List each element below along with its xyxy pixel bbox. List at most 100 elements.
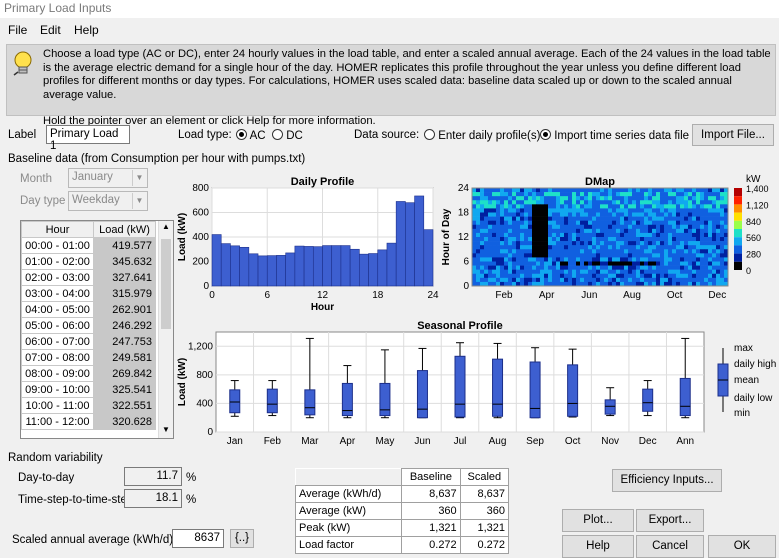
heatmap-cell [520, 188, 525, 193]
colorbar-swatch [734, 253, 742, 262]
heatmap-cell [696, 216, 701, 221]
stats-row-label: Load factor [294, 536, 403, 554]
heatmap-cell [556, 237, 561, 242]
heatmap-cell [512, 269, 517, 275]
day-to-day-field[interactable]: 11.7 [124, 467, 182, 486]
heatmap-cell [620, 261, 625, 266]
heatmap-cell [632, 200, 637, 205]
heatmap-cell [580, 208, 585, 213]
cancel-button[interactable]: Cancel [636, 535, 704, 558]
heatmap-cell [628, 245, 633, 250]
heatmap-cell [564, 245, 569, 250]
menu-file[interactable]: File [8, 23, 27, 37]
heatmap-cell [696, 212, 701, 217]
heatmap-cell [720, 228, 725, 234]
x-tick-label: 18 [372, 290, 384, 301]
plot-button[interactable]: Plot... [562, 509, 634, 532]
import-file-button[interactable]: Import File... [692, 124, 774, 146]
heatmap-cell [672, 224, 677, 230]
import-timeseries-radio[interactable]: Import time series data file [540, 129, 689, 142]
y-tick-label: 18 [458, 208, 470, 219]
heatmap-cell [548, 208, 553, 213]
load-value-cell[interactable]: 315.979 [93, 285, 156, 302]
label-field[interactable]: Primary Load 1 [46, 125, 130, 152]
load-value-cell[interactable]: 247.753 [93, 333, 156, 350]
load-value-cell[interactable]: 262.901 [93, 301, 156, 318]
heatmap-cell [516, 265, 521, 270]
load-value-cell[interactable]: 327.641 [93, 269, 156, 286]
heatmap-cell [604, 204, 609, 209]
bar [349, 248, 360, 287]
heatmap-cell [572, 277, 577, 283]
heatmap-cell [572, 216, 577, 221]
load-value-cell[interactable]: 249.581 [93, 349, 156, 366]
load-value-cell[interactable]: 246.292 [93, 317, 156, 334]
heatmap-cell [676, 232, 681, 238]
heatmap-cell [512, 208, 517, 213]
heatmap-cell [616, 269, 621, 275]
heatmap-cell [532, 232, 537, 238]
heatmap-cell [568, 273, 573, 279]
heatmap-cell [672, 212, 677, 217]
timestep-field[interactable]: 18.1 [124, 489, 182, 508]
dc-radio[interactable]: DC [272, 129, 303, 142]
heatmap-cell [620, 192, 625, 197]
table-row: 06:00 - 07:00 247.753 [21, 333, 156, 350]
heatmap-cell [648, 188, 653, 193]
scaled-average-field[interactable]: 8637 [172, 529, 224, 548]
ok-button[interactable]: OK [708, 535, 776, 558]
heatmap-cell [584, 188, 589, 193]
load-value-cell[interactable]: 269.842 [93, 365, 156, 382]
heatmap-cell [512, 261, 517, 266]
heatmap-cell [696, 261, 701, 266]
bar [395, 201, 406, 287]
heatmap-cell [488, 196, 493, 201]
menu-edit[interactable]: Edit [40, 23, 61, 37]
ac-radio[interactable]: AC [236, 129, 266, 142]
heatmap-cell [660, 220, 665, 226]
heatmap-cell [660, 253, 665, 258]
table-scrollbar[interactable]: ▲ ▼ [158, 221, 173, 438]
heatmap-cell [504, 257, 509, 262]
heatmap-cell [716, 253, 721, 258]
heatmap-cell [612, 228, 617, 234]
heatmap-cell [544, 237, 549, 242]
heatmap-cell [568, 257, 573, 262]
heatmap-cell [544, 253, 549, 258]
scroll-down-icon[interactable]: ▼ [160, 425, 172, 437]
scroll-up-icon[interactable]: ▲ [160, 222, 172, 234]
heatmap-cell [560, 269, 565, 275]
heatmap-cell [588, 216, 593, 221]
heatmap-cell [592, 269, 597, 275]
heatmap-cell [492, 232, 497, 238]
load-value-cell[interactable]: 320.628 [93, 413, 156, 430]
month-select[interactable]: January ▼ [68, 168, 148, 188]
heatmap-cell [616, 208, 621, 213]
box [266, 388, 278, 414]
heatmap-cell [632, 216, 637, 221]
heatmap-cell [512, 237, 517, 242]
menu-help[interactable]: Help [74, 23, 99, 37]
enter-daily-radio[interactable]: Enter daily profile(s) [424, 129, 540, 142]
export-button[interactable]: Export... [636, 509, 704, 532]
heatmap-cell [536, 224, 541, 230]
heatmap-cell [608, 257, 613, 262]
stats-corner [295, 468, 402, 486]
day-type-select[interactable]: Weekday ▼ [68, 191, 148, 211]
help-button[interactable]: Help [562, 535, 634, 558]
heatmap-cell [700, 269, 705, 275]
load-value-cell[interactable]: 345.632 [93, 253, 156, 270]
heatmap-cell [496, 192, 501, 197]
scrollbar-thumb[interactable] [161, 239, 171, 329]
efficiency-inputs-button[interactable]: Efficiency Inputs... [612, 469, 722, 492]
load-value-cell[interactable]: 419.577 [93, 237, 156, 254]
heatmap-cell [568, 200, 573, 205]
heatmap-cell [536, 204, 541, 209]
load-value-cell[interactable]: 322.551 [93, 397, 156, 414]
heatmap-cell [504, 245, 509, 250]
load-value-cell[interactable]: 325.541 [93, 381, 156, 398]
heatmap-cell [564, 228, 569, 234]
sensitivity-button[interactable]: {..} [230, 529, 254, 548]
heatmap-cell [484, 220, 489, 226]
heatmap-cell [608, 192, 613, 197]
